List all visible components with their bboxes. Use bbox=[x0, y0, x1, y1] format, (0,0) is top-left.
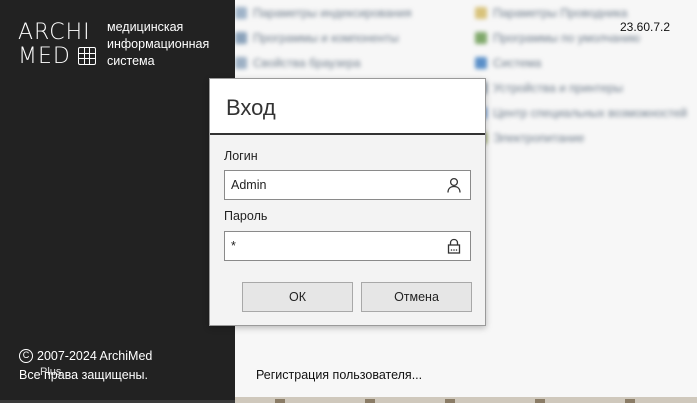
tagline-line: информационная bbox=[107, 37, 210, 51]
product-tagline: медицинская информационная система bbox=[107, 19, 232, 70]
register-user-link[interactable]: Регистрация пользователя... bbox=[256, 368, 422, 382]
bg-item-label: Параметры Проводника bbox=[493, 6, 628, 20]
bg-strip-mark bbox=[275, 399, 285, 403]
cancel-button[interactable]: Отмена bbox=[361, 282, 472, 312]
bg-item-label: Параметры индексирования bbox=[253, 6, 412, 20]
login-dialog: Вход Логин Пароль ОК Отмена bbox=[209, 78, 486, 326]
bg-item: Электропитание bbox=[475, 131, 584, 145]
password-field[interactable] bbox=[224, 231, 471, 261]
bg-item: Программы и компоненты bbox=[235, 31, 399, 45]
user-icon bbox=[447, 177, 461, 193]
bg-strip-mark bbox=[365, 399, 375, 403]
bg-item: Свойства браузера bbox=[235, 56, 361, 70]
tagline-line: медицинская bbox=[107, 20, 184, 34]
bg-strip-mark bbox=[535, 399, 545, 403]
brand-panel: ARCHI MED медицинская информационная сис… bbox=[0, 0, 235, 400]
dialog-header: Вход bbox=[210, 79, 485, 135]
bg-item: Система bbox=[475, 56, 541, 70]
lock-icon bbox=[447, 238, 461, 254]
bg-item: Устройства и принтеры bbox=[475, 81, 623, 95]
bg-item-label: Программы по умолчанию bbox=[493, 31, 641, 45]
rights-text: Все права защищены. bbox=[19, 368, 149, 382]
archimed-logo: ARCHI MED bbox=[18, 22, 98, 70]
login-field[interactable] bbox=[224, 170, 471, 200]
bg-item-icon bbox=[475, 32, 487, 44]
bg-strip-mark bbox=[445, 399, 455, 403]
bg-item-label: Центр специальных возможностей bbox=[493, 106, 688, 120]
bg-item: Параметры Проводника bbox=[475, 6, 627, 20]
logo-grid-icon bbox=[78, 47, 96, 65]
bg-item-icon bbox=[475, 7, 487, 19]
dialog-title: Вход bbox=[226, 95, 276, 120]
login-input[interactable] bbox=[225, 171, 441, 199]
ok-button[interactable]: ОК bbox=[242, 282, 353, 312]
bg-item-label: Электропитание bbox=[493, 131, 585, 145]
bg-item: Параметры индексирования bbox=[235, 6, 411, 20]
copyright-text: 2007-2024 ArchiMed bbox=[37, 349, 153, 363]
copyright-icon: C bbox=[19, 349, 33, 363]
copyright-line: C 2007-2024 ArchiMed bbox=[19, 349, 152, 363]
login-label: Логин bbox=[224, 149, 258, 163]
bg-strip-mark bbox=[625, 399, 635, 403]
logo-text-med: MED bbox=[18, 44, 71, 69]
bg-item-icon bbox=[235, 32, 247, 44]
bg-item-label: Программы и компоненты bbox=[253, 31, 399, 45]
password-label: Пароль bbox=[224, 209, 268, 223]
bg-item: Центр специальных возможностей bbox=[475, 106, 687, 120]
password-input[interactable] bbox=[225, 232, 441, 260]
bg-item-label: Устройства и принтеры bbox=[493, 81, 623, 95]
bg-item-label: Система bbox=[493, 56, 542, 70]
bg-item-label: Свойства браузера bbox=[253, 56, 361, 70]
bg-item: Программы по умолчанию bbox=[475, 31, 640, 45]
edition-overlay-text: Plus bbox=[40, 366, 62, 378]
background-bottom-strip bbox=[235, 397, 697, 403]
bg-item-icon bbox=[235, 7, 247, 19]
bg-item-icon bbox=[235, 57, 247, 69]
logo-text-archi: ARCHI bbox=[18, 20, 91, 45]
tagline-line: система bbox=[107, 54, 155, 68]
bg-item-icon bbox=[475, 57, 487, 69]
version-label: 23.60.7.2 bbox=[620, 20, 671, 34]
